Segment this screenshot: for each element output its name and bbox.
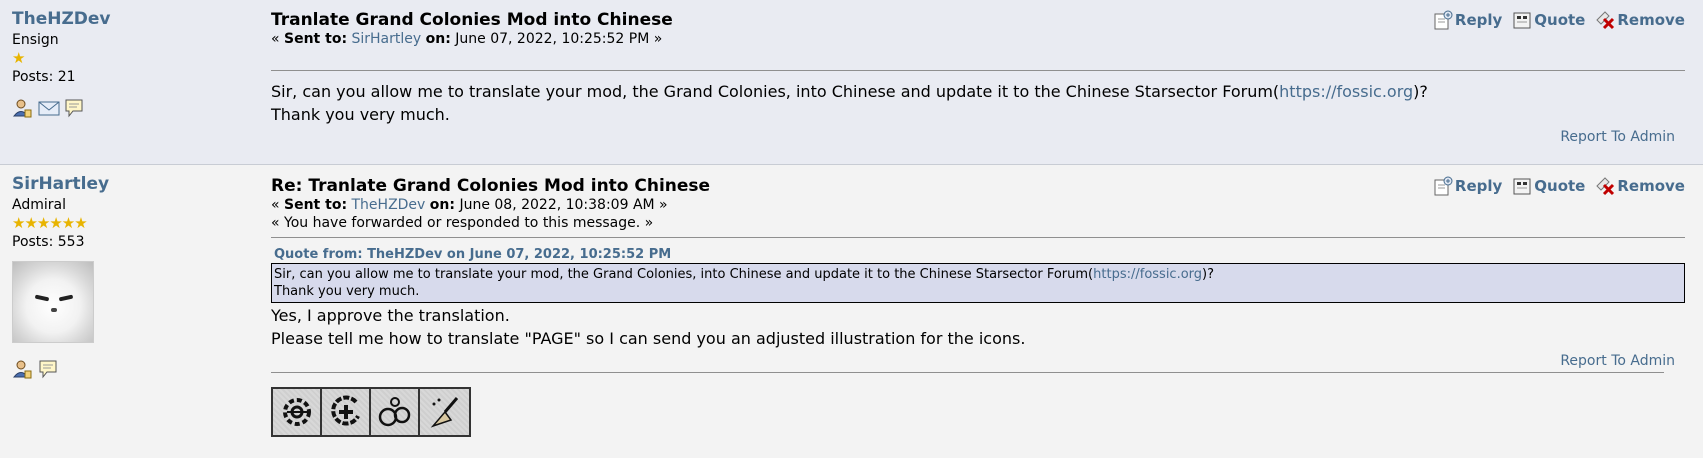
- profile-icon[interactable]: [12, 98, 32, 118]
- avatar-eye: [58, 294, 74, 302]
- poster-info: TheHZDev Ensign ★ Posts: 21: [12, 8, 252, 118]
- fossic-link[interactable]: https://fossic.org: [1279, 82, 1413, 101]
- report-to-admin-link[interactable]: Report To Admin: [271, 353, 1685, 369]
- fossic-link[interactable]: https://fossic.org: [1093, 267, 1202, 282]
- report-to-admin-link[interactable]: Report To Admin: [1560, 129, 1675, 145]
- poster-icons: [12, 359, 252, 379]
- divider: [271, 237, 1685, 238]
- quote-text-end: )?: [1202, 267, 1215, 282]
- poster-username[interactable]: TheHZDev: [12, 8, 252, 30]
- signature-divider: [271, 372, 1664, 373]
- post-date: June 08, 2022, 10:38:09 AM »: [459, 197, 668, 213]
- post-date: June 07, 2022, 10:25:52 PM »: [455, 31, 663, 47]
- body-line-2: Thank you very much.: [271, 105, 450, 124]
- quote-text: Sir, can you allow me to translate your …: [274, 267, 1094, 282]
- profile-icon[interactable]: [12, 359, 32, 379]
- gear-plus-icon: [322, 389, 372, 435]
- avatar-nose: [51, 308, 57, 312]
- rank-stars: ★★★★★★: [12, 214, 88, 232]
- post-subject: Re: Tranlate Grand Colonies Mod into Chi…: [271, 176, 711, 196]
- quote-block: Sir, can you allow me to translate your …: [271, 263, 1685, 303]
- message-post-1: TheHZDev Ensign ★ Posts: 21 Reply Quote …: [0, 0, 1703, 165]
- bubbles-icon: [371, 389, 421, 435]
- sent-label: Sent to:: [284, 31, 348, 47]
- on-label: on:: [425, 31, 451, 47]
- message-post-2: SirHartley Admiral ★★★★★★ Posts: 553 Rep…: [0, 165, 1703, 458]
- forwarded-notice: « You have forwarded or responded to thi…: [271, 215, 654, 231]
- body-line-2: Please tell me how to translate "PAGE" s…: [271, 329, 1026, 348]
- post-count: Posts: 553: [12, 234, 85, 250]
- personal-message-icon[interactable]: [38, 359, 58, 379]
- broom-icon: [420, 389, 470, 435]
- poster-rank: Admiral: [12, 197, 66, 213]
- post-meta: « Sent to: TheHZDev on: June 08, 2022, 1…: [271, 196, 1685, 214]
- poster-username[interactable]: SirHartley: [12, 173, 252, 195]
- quote-line-2: Thank you very much.: [274, 284, 420, 299]
- signature-icons-image: [271, 387, 471, 437]
- post-subject: Tranlate Grand Colonies Mod into Chinese: [271, 10, 673, 30]
- sent-prefix: «: [271, 197, 285, 213]
- email-icon[interactable]: [38, 98, 60, 118]
- personal-message-icon[interactable]: [64, 98, 84, 118]
- recipient-link[interactable]: SirHartley: [352, 31, 422, 47]
- sent-label: Sent to:: [284, 197, 348, 213]
- post-body: Sir, can you allow me to translate your …: [271, 80, 1685, 126]
- post-meta: « Sent to: SirHartley on: June 07, 2022,…: [271, 30, 1685, 48]
- poster-icons: [12, 98, 252, 118]
- avatar-eye: [34, 294, 50, 302]
- poster-info: SirHartley Admiral ★★★★★★ Posts: 553: [12, 173, 252, 379]
- post-body: Yes, I approve the translation. Please t…: [271, 304, 1685, 350]
- quote-header-link[interactable]: Quote from: TheHZDev on June 07, 2022, 1…: [274, 247, 1685, 263]
- poster-rank: Ensign: [12, 32, 59, 48]
- post-content: Tranlate Grand Colonies Mod into Chinese…: [271, 10, 1685, 126]
- quote-line-1: Sir, can you allow me to translate your …: [274, 266, 1682, 283]
- gear-icon: [273, 389, 323, 435]
- body-line-1: Sir, can you allow me to translate your …: [271, 80, 1685, 103]
- post-content: Re: Tranlate Grand Colonies Mod into Chi…: [271, 176, 1685, 437]
- divider: [271, 70, 1685, 71]
- body-text: Sir, can you allow me to translate your …: [271, 82, 1280, 101]
- body-text-end: )?: [1413, 82, 1428, 101]
- post-count: Posts: 21: [12, 69, 76, 85]
- recipient-link[interactable]: TheHZDev: [352, 197, 426, 213]
- body-line-1: Yes, I approve the translation.: [271, 306, 510, 325]
- rank-stars: ★: [12, 49, 25, 67]
- avatar: [12, 261, 94, 343]
- sent-prefix: «: [271, 31, 285, 47]
- on-label: on:: [429, 197, 455, 213]
